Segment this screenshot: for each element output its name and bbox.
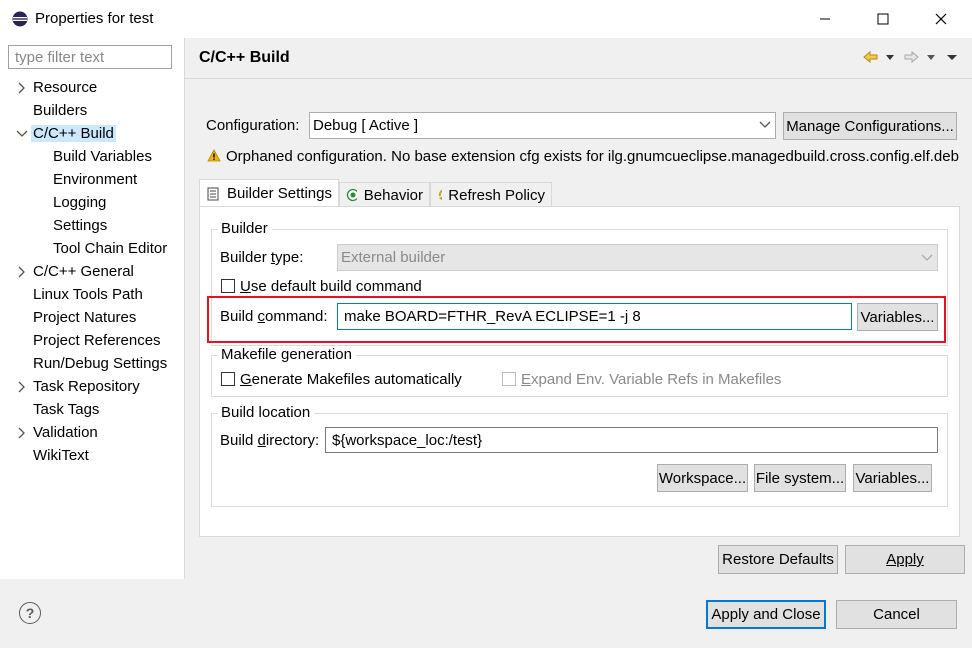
forward-arrow-icon: [904, 50, 935, 64]
tree-item[interactable]: Resource: [33, 77, 97, 99]
close-icon: [935, 13, 947, 25]
builder-group-title: Builder: [217, 220, 272, 237]
build-command-input[interactable]: make BOARD=FTHR_RevA ECLIPSE=1 -j 8: [337, 303, 852, 330]
tab-label: Refresh Policy: [448, 186, 545, 204]
document-list-icon: [207, 187, 219, 200]
tree-item[interactable]: Validation: [33, 422, 98, 444]
tree-item[interactable]: Linux Tools Path: [33, 284, 143, 306]
cancel-button[interactable]: Cancel: [836, 600, 957, 629]
file-system-button[interactable]: File system...: [754, 464, 846, 492]
tree-item-label: C/C++ General: [33, 263, 134, 280]
filter-input[interactable]: [8, 45, 172, 69]
builder-type-label: Builder type:: [220, 249, 304, 266]
header-separator: [185, 78, 972, 79]
tree-item-label: Validation: [33, 424, 98, 441]
apply-button[interactable]: Apply: [845, 545, 965, 574]
maximize-icon: [877, 13, 889, 25]
manage-configurations-button[interactable]: Manage Configurations...: [783, 112, 957, 140]
tree-item[interactable]: WikiText: [33, 445, 89, 467]
refresh-icon: [438, 189, 443, 201]
tree-item[interactable]: Settings: [53, 215, 107, 237]
tree-item-label: WikiText: [33, 447, 89, 464]
tree-item-label: Resource: [33, 79, 98, 96]
tree-item[interactable]: C/C++ General: [33, 261, 134, 283]
tree-item-label: Builders: [33, 102, 88, 119]
build-location-variables-button[interactable]: Variables...: [853, 464, 932, 492]
tree-item[interactable]: Project Natures: [33, 307, 136, 329]
forward-button[interactable]: [903, 49, 939, 65]
tree-item-label: Settings: [53, 217, 108, 234]
close-button[interactable]: [912, 0, 970, 38]
minimize-icon: [820, 18, 830, 20]
configuration-value: Debug [ Active ]: [313, 117, 419, 134]
generate-makefiles-checkbox[interactable]: [221, 372, 235, 386]
tree-item-label: Build Variables: [53, 148, 152, 165]
tab-behavior[interactable]: Behavior: [339, 182, 430, 207]
back-arrow-icon: [863, 50, 894, 64]
tree-item[interactable]: Project References: [33, 330, 161, 352]
orphaned-config-warning: Orphaned configuration. No base extensio…: [226, 148, 959, 165]
warning-icon: [207, 149, 221, 162]
expand-env-refs-checkbox[interactable]: [502, 372, 516, 386]
build-directory-label: Build directory:: [220, 432, 320, 449]
tree-item-label: Project References: [33, 332, 161, 349]
tree-item-label: Logging: [53, 194, 107, 211]
maximize-button[interactable]: [854, 0, 912, 38]
minimize-button[interactable]: [796, 0, 854, 38]
use-default-build-command-label: Use default build command: [240, 278, 422, 295]
builder-type-value: External builder: [341, 249, 446, 266]
back-button[interactable]: [862, 49, 898, 65]
tree-item[interactable]: Environment: [53, 169, 137, 191]
tree-item[interactable]: Tool Chain Editor: [53, 238, 167, 260]
view-menu-button[interactable]: [943, 49, 965, 65]
build-location-title: Build location: [217, 404, 315, 421]
tree-item[interactable]: Run/Debug Settings: [33, 353, 167, 375]
generate-makefiles-label: Generate Makefiles automatically: [240, 371, 462, 388]
tree-item[interactable]: C/C++ Build: [31, 123, 116, 145]
chevron-down-icon: [759, 121, 771, 128]
configuration-label: Configuration:: [206, 117, 300, 134]
chevron-down-icon[interactable]: [16, 128, 28, 140]
tree-item[interactable]: Build Variables: [53, 146, 152, 168]
chevron-down-icon: [921, 254, 933, 261]
tab-label: Builder Settings: [226, 185, 332, 202]
workspace-button[interactable]: Workspace...: [657, 464, 748, 492]
tree-item-label: C/C++ Build: [31, 125, 116, 142]
chevron-right-icon[interactable]: [16, 266, 28, 278]
use-default-build-command-checkbox[interactable]: [221, 279, 235, 293]
tree-item[interactable]: Builders: [33, 100, 87, 122]
tree-item-label: Task Tags: [33, 401, 100, 418]
chevron-right-icon[interactable]: [16, 427, 28, 439]
tree-item-label: Project Natures: [33, 309, 137, 326]
tab-refresh-policy[interactable]: Refresh Policy: [430, 182, 552, 207]
help-icon[interactable]: ?: [19, 602, 41, 624]
makefile-generation-title: Makefile generation: [217, 346, 356, 363]
tree-item[interactable]: Task Repository: [33, 376, 140, 398]
expand-env-refs-label: Expand Env. Variable Refs in Makefiles: [521, 371, 782, 388]
apply-and-close-button[interactable]: Apply and Close: [706, 600, 826, 629]
page-title: C/C++ Build: [199, 49, 290, 66]
chevron-right-icon[interactable]: [16, 381, 28, 393]
chevron-down-icon: [947, 55, 957, 60]
tab-builder-settings[interactable]: Builder Settings: [199, 179, 339, 207]
tree-item-label: Task Repository: [33, 378, 140, 395]
build-command-variables-button[interactable]: Variables...: [857, 303, 938, 331]
chevron-right-icon[interactable]: [16, 82, 28, 94]
build-directory-input[interactable]: ${workspace_loc:/test}: [325, 427, 938, 453]
tree-item-label: Environment: [53, 171, 138, 188]
radio-circle-icon: [346, 188, 357, 202]
tab-label: Behavior: [363, 186, 423, 204]
tree-item-label: Tool Chain Editor: [53, 240, 168, 257]
tree-item-label: Linux Tools Path: [33, 286, 143, 303]
tree-item[interactable]: Logging: [53, 192, 106, 214]
window-title: Properties for test: [35, 10, 154, 27]
restore-defaults-button[interactable]: Restore Defaults: [718, 545, 838, 574]
tree-item[interactable]: Task Tags: [33, 399, 99, 421]
eclipse-app-icon: [12, 11, 28, 27]
build-command-label: Build command:: [220, 308, 328, 325]
tree-item-label: Run/Debug Settings: [33, 355, 168, 372]
